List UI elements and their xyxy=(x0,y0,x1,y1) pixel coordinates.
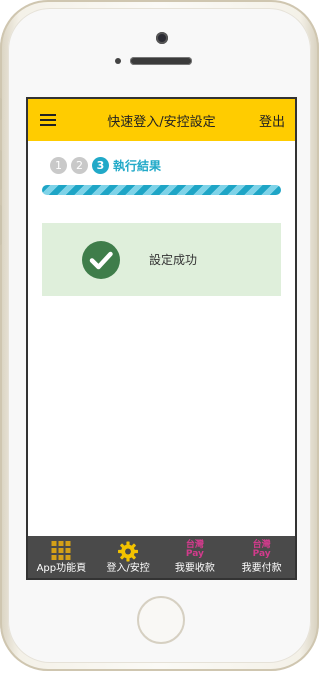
tab-receive-payment[interactable]: 台灣 Pay 我要收款 xyxy=(162,536,229,578)
phone-frame: 快速登入/安控設定 登出 1 2 3 執行結果 設定成功 App功能頁 登入/安… xyxy=(0,0,319,671)
page-title: 快速登入/安控設定 xyxy=(107,115,216,130)
step-1: 1 xyxy=(50,157,67,174)
logout-button[interactable]: 登出 xyxy=(259,111,285,130)
front-camera xyxy=(156,32,168,44)
progress-bar xyxy=(42,185,281,195)
step-2: 2 xyxy=(71,157,88,174)
taiwan-pay-icon: 台灣 Pay xyxy=(185,540,204,559)
taiwan-pay-icon: 台灣 Pay xyxy=(252,540,271,559)
volume-down-button xyxy=(0,205,2,245)
bottom-tab-bar: App功能頁 登入/安控 台灣 Pay 我要收款 台灣 Pay 我要付款 xyxy=(28,536,295,578)
app-screen: 快速登入/安控設定 登出 1 2 3 執行結果 設定成功 App功能頁 登入/安… xyxy=(26,97,297,580)
tab-label: 我要收款 xyxy=(174,563,215,574)
step-3: 3 xyxy=(92,157,109,174)
grid-icon xyxy=(51,541,71,560)
tab-label: App功能頁 xyxy=(36,563,87,574)
tab-make-payment[interactable]: 台灣 Pay 我要付款 xyxy=(228,536,295,578)
tab-label: 我要付款 xyxy=(241,563,282,574)
tab-app-functions[interactable]: App功能頁 xyxy=(28,536,95,578)
earpiece-speaker xyxy=(130,57,192,65)
tab-label: 登入/安控 xyxy=(106,563,150,574)
mute-switch xyxy=(0,98,2,120)
tab-login-security[interactable]: 登入/安控 xyxy=(95,536,162,578)
step-indicator: 1 2 3 執行結果 xyxy=(50,155,161,175)
header-bar: 快速登入/安控設定 登出 xyxy=(28,99,295,141)
home-button[interactable] xyxy=(137,596,185,644)
step-label: 執行結果 xyxy=(113,159,162,173)
result-panel: 設定成功 xyxy=(42,223,281,296)
proximity-sensor xyxy=(115,58,121,64)
result-message: 設定成功 xyxy=(149,253,198,267)
check-circle-icon xyxy=(82,241,120,279)
volume-up-button xyxy=(0,150,2,190)
